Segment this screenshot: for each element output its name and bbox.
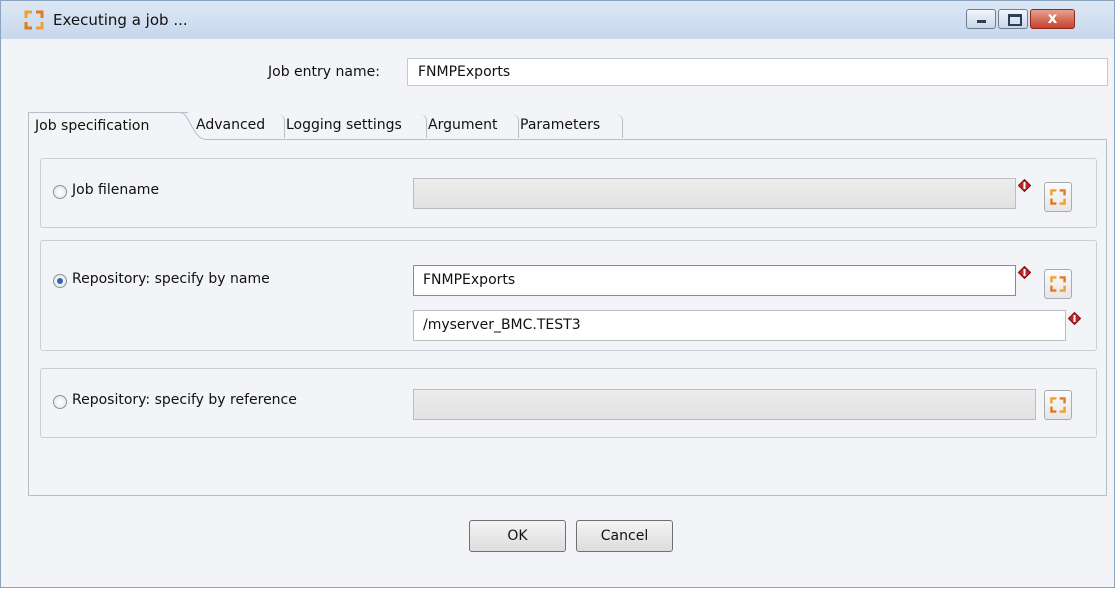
tab-separator — [420, 114, 427, 138]
window-title: Executing a job ... — [53, 11, 188, 29]
repository-by-reference-label: Repository: specify by reference — [72, 392, 297, 408]
repository-reference-input[interactable] — [413, 389, 1036, 420]
minimize-icon — [977, 20, 986, 23]
job-filename-radio[interactable] — [53, 185, 67, 199]
ok-label: OK — [507, 528, 528, 544]
tab-job-specification[interactable]: Job specification — [28, 112, 188, 140]
browse-job-file-button[interactable] — [1044, 182, 1072, 212]
browse-repository-button[interactable] — [1044, 269, 1072, 299]
browse-kettle-icon — [1050, 189, 1066, 205]
job-filename-input[interactable] — [413, 178, 1016, 209]
tab-separator — [616, 114, 623, 138]
tab-advanced[interactable]: Advanced — [196, 112, 285, 140]
variable-diamond-icon — [1068, 312, 1081, 325]
ok-button[interactable]: OK — [469, 520, 566, 552]
cancel-label: Cancel — [600, 528, 649, 544]
kettle-icon — [24, 10, 44, 30]
tab-label: Parameters — [520, 117, 601, 133]
repository-by-name-label: Repository: specify by name — [72, 271, 270, 287]
tab-label: Logging settings — [286, 117, 402, 133]
repository-by-reference-radio[interactable] — [53, 395, 67, 409]
tab-parameters[interactable]: Parameters — [520, 112, 623, 140]
browse-reference-button[interactable] — [1044, 390, 1072, 420]
repository-name-input[interactable]: FNMPExports — [413, 265, 1016, 296]
job-filename-label: Job filename — [72, 182, 160, 198]
close-icon: x — [1047, 9, 1058, 27]
tab-separator — [278, 114, 285, 138]
repository-directory-input[interactable]: /myserver_BMC.TEST3 — [413, 310, 1066, 341]
maximize-icon — [1008, 14, 1022, 26]
close-button[interactable]: x — [1030, 9, 1075, 29]
minimize-button[interactable] — [966, 9, 996, 29]
job-entry-name-label: Job entry name: — [268, 64, 380, 80]
maximize-button[interactable] — [998, 9, 1028, 29]
tab-label: Advanced — [196, 117, 266, 133]
title-bar[interactable]: Executing a job ... x — [1, 1, 1114, 39]
variable-diamond-icon — [1018, 179, 1031, 192]
tab-argument[interactable]: Argument — [428, 112, 519, 140]
browse-kettle-icon — [1050, 276, 1066, 292]
tab-logging-settings[interactable]: Logging settings — [286, 112, 427, 140]
browse-kettle-icon — [1050, 397, 1066, 413]
cancel-button[interactable]: Cancel — [576, 520, 673, 552]
tab-separator — [512, 114, 519, 138]
tab-label: Argument — [428, 117, 498, 133]
variable-diamond-icon — [1018, 266, 1031, 279]
repository-by-name-radio[interactable] — [53, 274, 67, 288]
tab-label: Job specification — [35, 118, 150, 134]
job-entry-name-input[interactable]: FNMPExports — [407, 58, 1108, 86]
